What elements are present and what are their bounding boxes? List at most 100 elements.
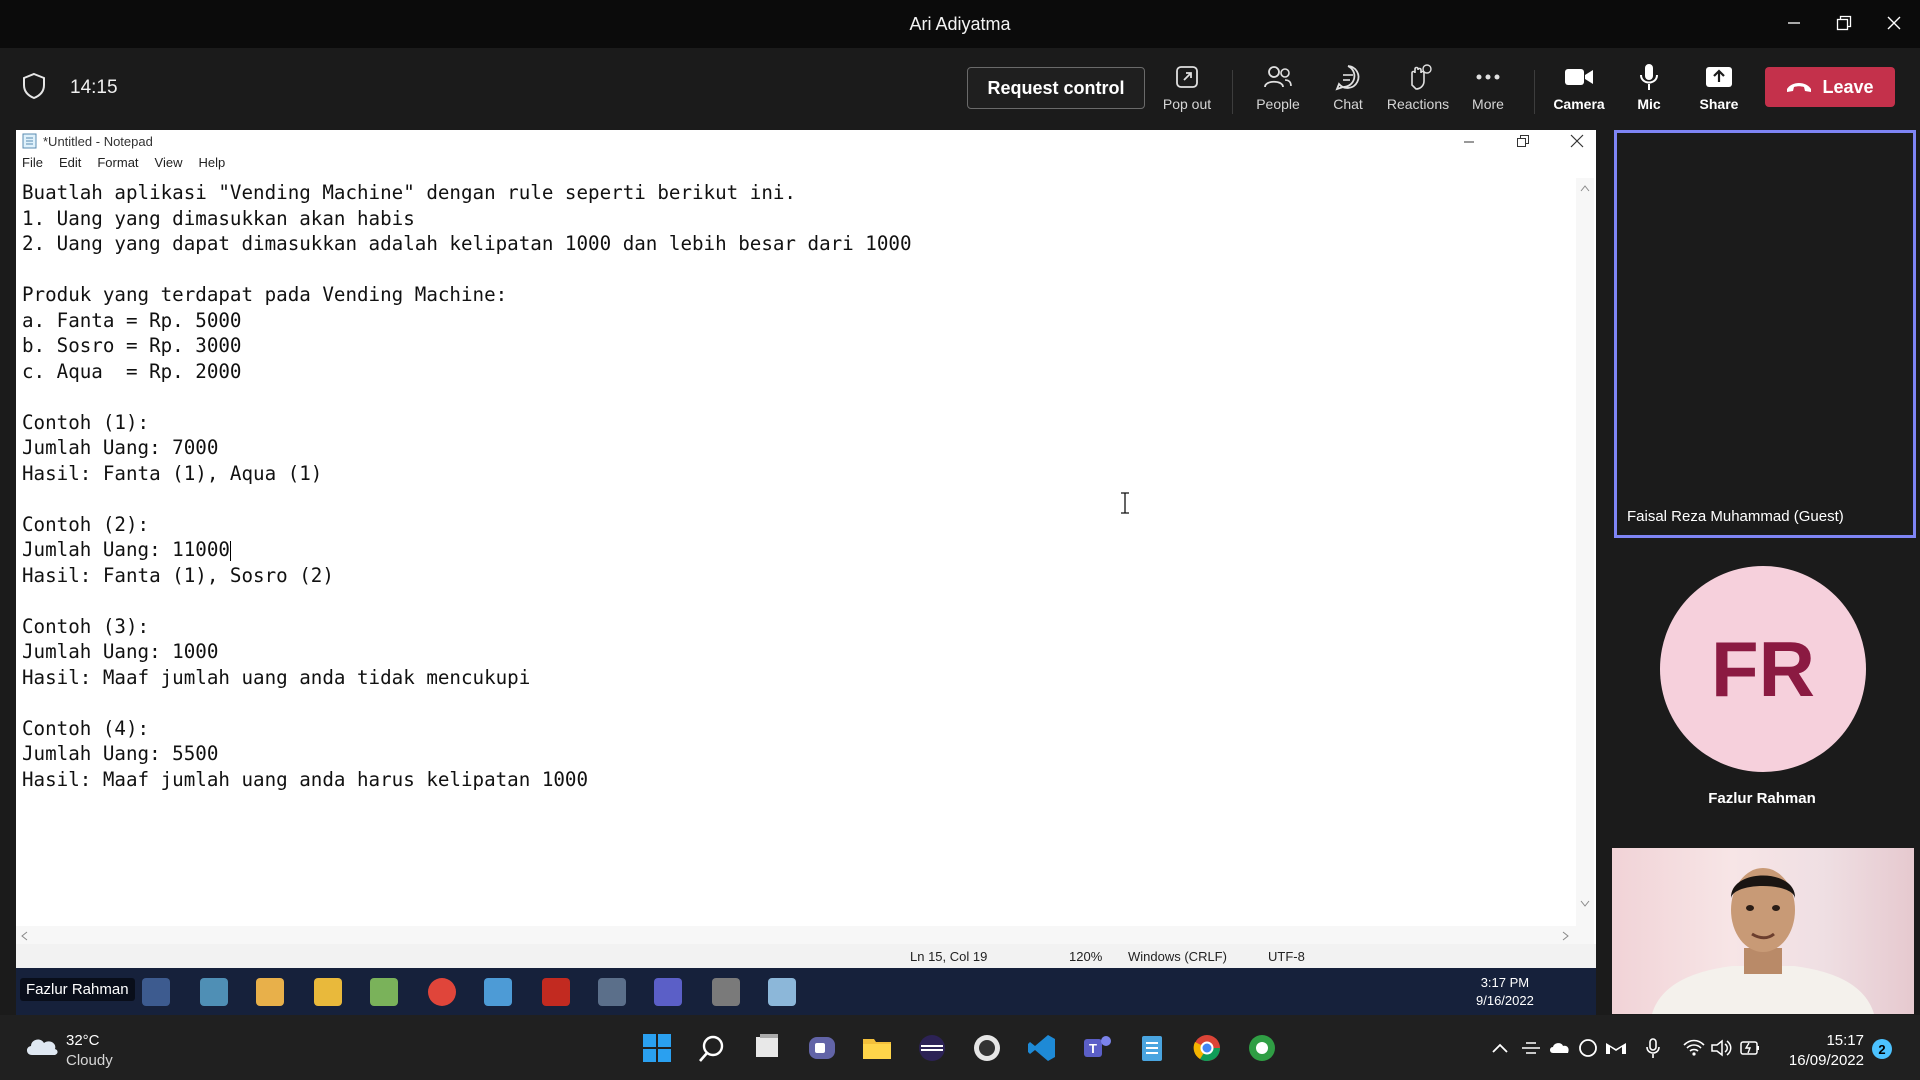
eclipse-icon[interactable] bbox=[917, 1033, 947, 1063]
chat-icon bbox=[1335, 65, 1360, 91]
app-icon-4[interactable] bbox=[598, 978, 626, 1006]
volume-icon[interactable] bbox=[1710, 1033, 1740, 1063]
restore-icon bbox=[1836, 15, 1852, 31]
popout-button[interactable]: Pop out bbox=[1150, 60, 1224, 122]
outlook-icon[interactable] bbox=[256, 978, 284, 1006]
shared-date: 9/16/2022 bbox=[1476, 993, 1534, 1008]
text-line: a. Fanta = Rp. 5000 bbox=[22, 308, 242, 332]
chevron-up-icon[interactable] bbox=[1490, 1033, 1520, 1063]
system-clock[interactable]: 15:17 16/09/2022 bbox=[1776, 1031, 1864, 1071]
text-line bbox=[22, 384, 1572, 410]
text-line: Jumlah Uang: 5500 bbox=[22, 742, 219, 765]
notepad-close-icon[interactable] bbox=[1570, 134, 1584, 148]
active-line-text: Jumlah Uang: 11000 bbox=[22, 538, 230, 561]
app-icon-2[interactable] bbox=[370, 978, 398, 1006]
scroll-left-icon bbox=[21, 931, 28, 941]
notepad-title-bar: *Untitled - Notepad bbox=[16, 130, 1596, 152]
share-label: Share bbox=[1699, 96, 1739, 112]
mic-button[interactable]: Mic bbox=[1612, 60, 1686, 122]
system-time: 15:17 bbox=[1826, 1032, 1864, 1049]
app-icon-green[interactable] bbox=[1247, 1033, 1277, 1063]
leave-button[interactable]: Leave bbox=[1765, 67, 1895, 107]
popout-icon bbox=[1176, 66, 1198, 88]
vscode-icon[interactable] bbox=[1027, 1033, 1057, 1063]
menu-view[interactable]: View bbox=[155, 155, 183, 173]
menu-edit[interactable]: Edit bbox=[59, 155, 81, 173]
text-line: Hasil: Maaf jumlah uang anda tidak mencu… bbox=[22, 665, 531, 689]
more-icon bbox=[1476, 74, 1500, 80]
text-line-active: Jumlah Uang: 11000 bbox=[22, 537, 1572, 563]
text-line bbox=[22, 257, 1572, 283]
share-icon bbox=[1706, 67, 1732, 87]
more-label: More bbox=[1472, 96, 1504, 112]
menu-format[interactable]: Format bbox=[97, 155, 138, 173]
wifi-icon[interactable] bbox=[1682, 1033, 1712, 1063]
app-icon-3[interactable] bbox=[484, 978, 512, 1006]
notepad-text-area[interactable]: Buatlah aplikasi "Vending Machine" denga… bbox=[22, 180, 1572, 1015]
chat-button[interactable]: Chat bbox=[1311, 60, 1385, 122]
github-desktop-icon[interactable] bbox=[972, 1033, 1002, 1063]
cloud-icon[interactable] bbox=[24, 1033, 58, 1057]
notepad-status-bar: Ln 15, Col 19 120% Windows (CRLF) UTF-8 bbox=[16, 944, 1596, 968]
menu-help[interactable]: Help bbox=[198, 155, 225, 173]
notepad-task-icon[interactable] bbox=[768, 978, 796, 1006]
notepad-minimize-icon[interactable] bbox=[1463, 136, 1475, 148]
notification-badge[interactable]: 2 bbox=[1872, 1039, 1892, 1059]
file-explorer-icon[interactable] bbox=[862, 1033, 892, 1063]
people-button[interactable]: People bbox=[1241, 60, 1315, 122]
text-line bbox=[22, 690, 1572, 716]
task-view-icon[interactable] bbox=[142, 978, 170, 1006]
task-view-icon[interactable] bbox=[752, 1033, 782, 1063]
battery-icon[interactable] bbox=[1738, 1033, 1768, 1063]
notepad-icon[interactable] bbox=[1137, 1033, 1167, 1063]
camera-button[interactable]: Camera bbox=[1542, 60, 1616, 122]
notepad-restore-icon[interactable] bbox=[1516, 134, 1530, 148]
tray-app-icon[interactable] bbox=[1520, 1033, 1550, 1063]
minimize-button[interactable] bbox=[1774, 8, 1814, 38]
app-icon-1[interactable] bbox=[200, 978, 228, 1006]
onedrive-icon[interactable] bbox=[1548, 1033, 1578, 1063]
text-line: Hasil: Maaf jumlah uang anda harus kelip… bbox=[22, 767, 589, 791]
people-icon bbox=[1264, 66, 1292, 88]
search-icon[interactable] bbox=[697, 1033, 727, 1063]
chrome-icon[interactable] bbox=[428, 978, 456, 1006]
text-line: Hasil: Fanta (1), Aqua (1) bbox=[22, 461, 323, 485]
text-cursor-icon bbox=[1121, 492, 1129, 514]
file-explorer-icon[interactable] bbox=[314, 978, 342, 1006]
shared-time: 3:17 PM bbox=[1480, 975, 1530, 990]
filezilla-icon[interactable] bbox=[542, 978, 570, 1006]
svg-text:T: T bbox=[1089, 1041, 1097, 1056]
settings-icon[interactable] bbox=[712, 978, 740, 1006]
weather-temperature: 32°C bbox=[66, 1032, 100, 1049]
teams-icon[interactable]: T bbox=[1082, 1033, 1112, 1063]
system-taskbar: 32°C Cloudy T 15:17 16/09/2022 2 bbox=[0, 1015, 1920, 1080]
text-line bbox=[22, 486, 1572, 512]
request-control-button[interactable]: Request control bbox=[967, 67, 1145, 109]
teams-icon[interactable] bbox=[654, 978, 682, 1006]
mic-label: Mic bbox=[1637, 96, 1661, 112]
participant-tile-faisal[interactable]: Faisal Reza Muhammad (Guest) bbox=[1614, 130, 1916, 538]
microphone-icon[interactable] bbox=[1643, 1033, 1673, 1063]
text-line: Contoh (1): bbox=[22, 410, 150, 434]
zoom-level: 120% bbox=[1069, 949, 1103, 964]
chat-icon[interactable] bbox=[807, 1033, 837, 1063]
shield-icon bbox=[22, 72, 46, 100]
start-icon[interactable] bbox=[642, 1033, 672, 1063]
sync-icon[interactable] bbox=[1576, 1033, 1606, 1063]
menu-file[interactable]: File bbox=[22, 155, 43, 173]
reactions-button[interactable]: Reactions bbox=[1381, 60, 1455, 122]
horizontal-scrollbar[interactable] bbox=[16, 926, 1576, 944]
share-button[interactable]: Share bbox=[1682, 60, 1756, 122]
close-button[interactable] bbox=[1874, 8, 1914, 38]
scroll-right-icon bbox=[1562, 931, 1569, 941]
text-line bbox=[22, 588, 1572, 614]
mic-icon bbox=[1640, 64, 1658, 90]
cursor-position: Ln 15, Col 19 bbox=[910, 949, 988, 964]
text-line: Produk yang terdapat pada Vending Machin… bbox=[22, 283, 508, 306]
toolbar-divider bbox=[1534, 70, 1535, 114]
chrome-icon[interactable] bbox=[1192, 1033, 1222, 1063]
restore-button[interactable] bbox=[1824, 8, 1864, 38]
more-button[interactable]: More bbox=[1451, 60, 1525, 122]
gmail-icon[interactable] bbox=[1604, 1033, 1634, 1063]
vertical-scrollbar[interactable] bbox=[1576, 178, 1594, 1015]
